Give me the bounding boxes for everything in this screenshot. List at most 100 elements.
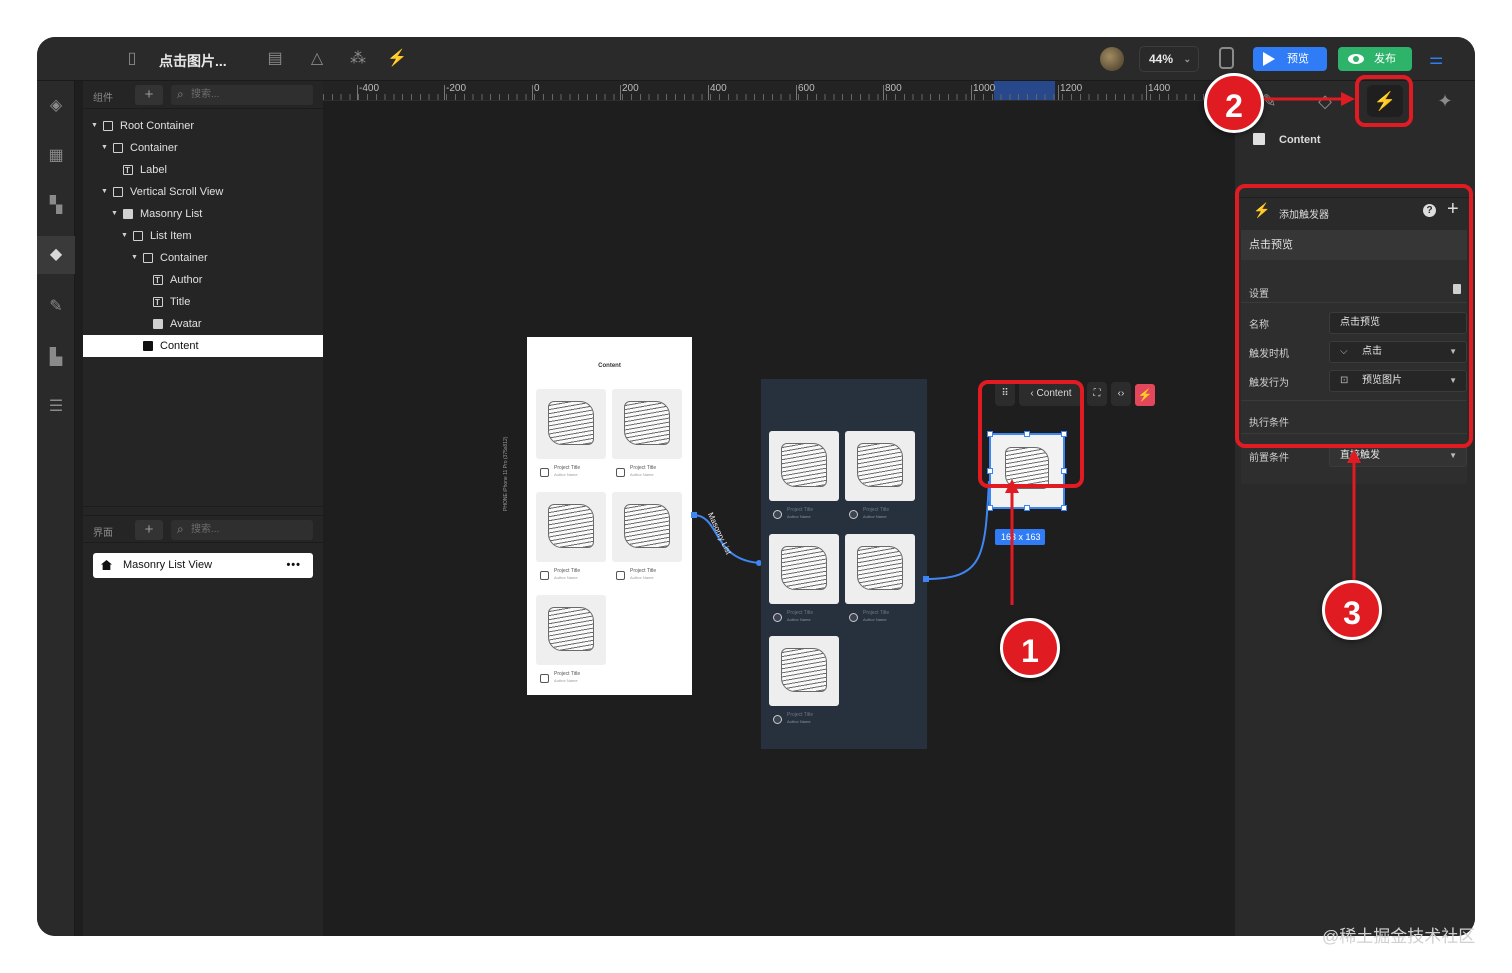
precondition-label: 前置条件: [1249, 453, 1289, 464]
scroll-view-icon: [113, 187, 123, 197]
phone-frame-preview[interactable]: Content Project Title Author Name Project …: [527, 337, 692, 695]
tree-item-title[interactable]: Title: [83, 291, 323, 314]
code-icon[interactable]: ‹›: [1111, 382, 1131, 406]
page-item-masonry-list-view[interactable]: Masonry List View •••: [93, 553, 313, 578]
pages-search-input[interactable]: 搜索...: [171, 519, 313, 540]
tree-item-label: Author: [170, 274, 203, 286]
components-icon[interactable]: ⁂: [348, 49, 368, 69]
phone-frame-masonry[interactable]: Project Title Author Name Project Title Aut…: [761, 379, 927, 749]
card-author: Author Name: [554, 575, 578, 580]
device-preview-icon[interactable]: [1219, 47, 1234, 69]
resize-handle[interactable]: [1061, 505, 1067, 511]
expand-icon[interactable]: ⛶: [1087, 382, 1107, 406]
frame-side-label: PHONE iPhone 11 Pro (375x812): [503, 437, 509, 511]
tree-item-masonry-list[interactable]: ▼ Masonry List: [83, 203, 323, 225]
tree-item-label: Vertical Scroll View: [130, 186, 224, 198]
tree-item-container-inner[interactable]: ▼ Container: [83, 247, 323, 269]
tree-item-label: Content: [160, 340, 199, 352]
caret-down-icon[interactable]: ▼: [121, 225, 128, 247]
avatar-icon: [849, 510, 858, 519]
illustration-image: [548, 504, 594, 548]
layers-icon[interactable]: ◆: [37, 236, 75, 274]
arrow-2: [1262, 92, 1355, 106]
more-icon[interactable]: •••: [286, 553, 301, 578]
tree-item-list-item[interactable]: ▼ List Item: [83, 225, 323, 247]
tree-item-avatar[interactable]: Avatar: [83, 313, 323, 335]
tree-item-content[interactable]: Content: [83, 335, 323, 357]
tree-item-author[interactable]: Author: [83, 269, 323, 292]
illustration-image: [781, 648, 827, 692]
add-page-button[interactable]: +: [135, 520, 163, 540]
blocks-icon[interactable]: ▦: [37, 137, 75, 175]
project-title[interactable]: 点击图片...: [159, 51, 227, 71]
preview-label: 预览: [1287, 53, 1309, 65]
tree-item-container[interactable]: ▼ Container: [83, 137, 323, 159]
avatar-icon: [773, 510, 782, 519]
caret-down-icon[interactable]: ▼: [131, 247, 138, 269]
masonry-card-image[interactable]: [536, 595, 606, 665]
card-author: Author Name: [787, 514, 811, 519]
components-label: 组件: [93, 93, 113, 104]
caret-down-icon[interactable]: ▼: [101, 137, 108, 159]
frame-side-tag: PHONE: [503, 493, 509, 511]
list-icon[interactable]: ☰: [37, 388, 75, 426]
document-icon[interactable]: ▤: [265, 49, 285, 69]
caret-down-icon[interactable]: ▼: [101, 181, 108, 203]
caret-down-icon[interactable]: ▼: [91, 115, 98, 137]
masonry-card-image[interactable]: [612, 389, 682, 459]
masonry-card-image[interactable]: [536, 389, 606, 459]
masonry-card-image[interactable]: [769, 534, 839, 604]
cube-icon[interactable]: ◈: [37, 87, 75, 125]
resize-handle[interactable]: [987, 505, 993, 511]
card-meta: Project Title Author Name: [769, 610, 839, 626]
user-avatar[interactable]: [1100, 47, 1124, 71]
text-icon: [153, 292, 163, 314]
masonry-card-image[interactable]: [769, 431, 839, 501]
design-canvas[interactable]: -400 -200 0 200 400 600 800 1000 1200 1400 Conten…: [323, 81, 1235, 936]
card-title: Project Title: [554, 465, 581, 471]
masonry-card-image[interactable]: [845, 431, 915, 501]
avatar-icon: [540, 571, 549, 580]
tree-item-label-node[interactable]: Label: [83, 159, 323, 182]
settings-sliders-icon[interactable]: ⚌: [1429, 49, 1449, 69]
illustration-image: [624, 504, 670, 548]
horizontal-ruler: -400 -200 0 200 400 600 800 1000 1200 1400: [323, 81, 1235, 101]
zoom-select[interactable]: 44% ⌄: [1139, 46, 1199, 72]
annotation-badge-1: 1: [1000, 618, 1060, 678]
card-meta: Project Title Author Name: [536, 465, 606, 481]
card-author: Author Name: [630, 472, 654, 477]
plugin-tab-icon[interactable]: ✦: [1427, 85, 1463, 117]
watermark: @稀土掘金技术社区: [1322, 927, 1476, 946]
add-component-button[interactable]: +: [135, 85, 163, 105]
drive-icon[interactable]: △: [307, 49, 327, 69]
masonry-card-image[interactable]: [536, 492, 606, 562]
layout-icon[interactable]: ▚: [37, 187, 75, 225]
card-author: Author Name: [554, 472, 578, 477]
card-title: Project Title: [863, 507, 890, 513]
ruler-tick-label: 1000: [973, 83, 996, 94]
ruler-tick-label: 600: [798, 83, 815, 94]
actions-icon[interactable]: ⚡: [387, 49, 407, 69]
avatar-icon: [616, 468, 625, 477]
trigger-bolt-icon[interactable]: ⚡: [1135, 384, 1155, 406]
avatar-icon: [849, 613, 858, 622]
illustration-image: [548, 401, 594, 445]
masonry-card-image[interactable]: [612, 492, 682, 562]
publish-button[interactable]: 发布: [1338, 47, 1412, 71]
hammer-icon[interactable]: ✎: [37, 288, 75, 326]
pages-icon[interactable]: ▙: [37, 339, 75, 377]
ruler-ticks: [323, 94, 1235, 100]
tree-item-vertical-scroll-view[interactable]: ▼ Vertical Scroll View: [83, 181, 323, 203]
tree-item-label: Title: [170, 296, 191, 308]
sidebar-toggle-icon[interactable]: ▯: [122, 49, 142, 69]
ruler-major-tick: [1146, 85, 1147, 100]
tree-item-root-container[interactable]: ▼ Root Container: [83, 115, 323, 137]
masonry-card-image[interactable]: [769, 636, 839, 706]
ruler-tick-label: 1200: [1060, 83, 1083, 94]
masonry-card-image[interactable]: [845, 534, 915, 604]
card-meta: Project Title Author Name: [612, 465, 682, 481]
layers-search-input[interactable]: 搜索...: [171, 84, 313, 105]
caret-down-icon[interactable]: ▼: [111, 203, 118, 225]
preview-button[interactable]: 预览: [1253, 47, 1327, 71]
tree-item-label: Label: [140, 164, 167, 176]
